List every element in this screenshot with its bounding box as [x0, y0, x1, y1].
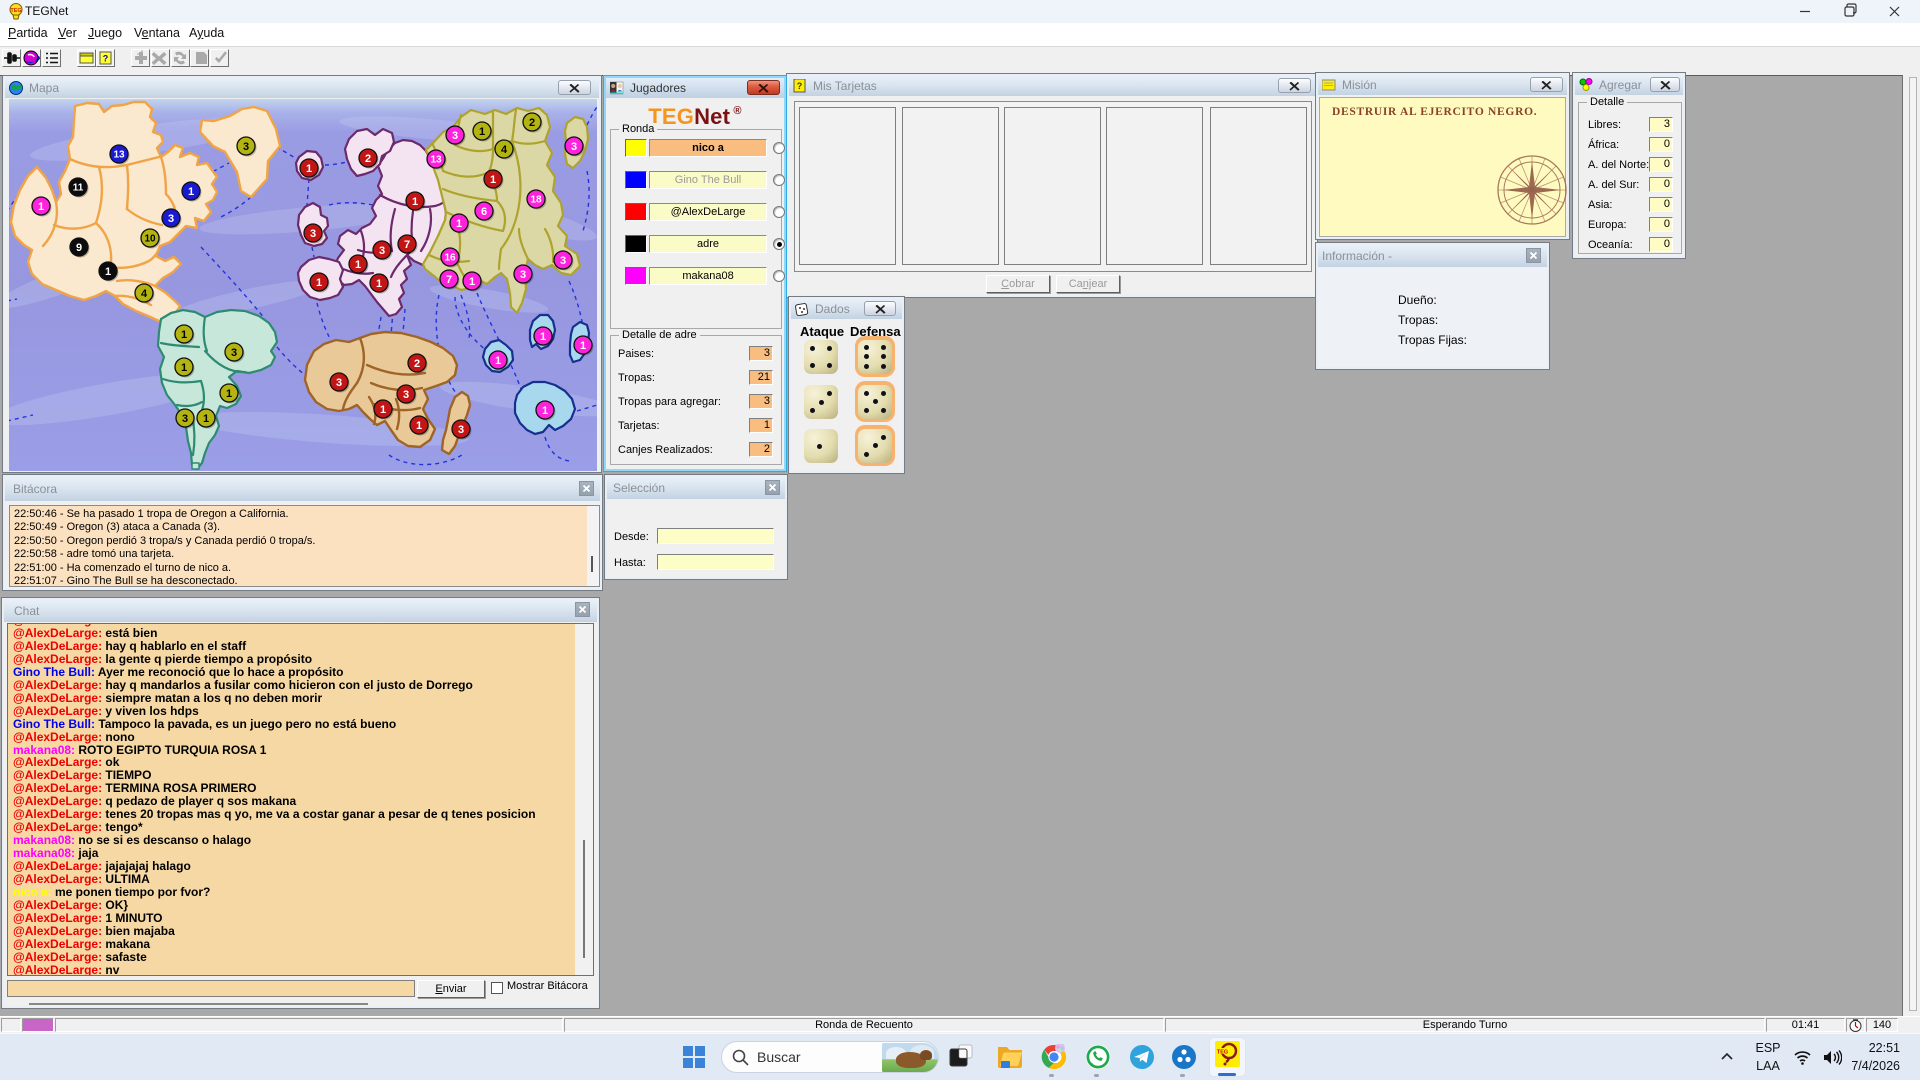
svg-text:1: 1	[226, 388, 232, 400]
svg-text:7: 7	[404, 239, 410, 251]
svg-text:3: 3	[231, 347, 237, 359]
svg-text:1: 1	[456, 218, 462, 230]
svg-text:3: 3	[336, 377, 342, 389]
svg-text:TEG: TEG	[10, 8, 21, 14]
svg-text:2: 2	[365, 153, 371, 165]
svg-text:1: 1	[316, 277, 322, 289]
svg-text:3: 3	[452, 130, 458, 142]
svg-text:10: 10	[144, 234, 156, 245]
svg-text:16: 16	[444, 253, 456, 264]
svg-text:1: 1	[540, 331, 546, 343]
svg-text:1: 1	[412, 196, 418, 208]
svg-text:13: 13	[430, 155, 442, 166]
svg-text:1: 1	[490, 174, 496, 186]
svg-text:4: 4	[141, 288, 148, 300]
svg-text:1: 1	[469, 276, 475, 288]
svg-text:1: 1	[542, 405, 548, 417]
svg-text:9: 9	[76, 242, 82, 254]
svg-text:2: 2	[529, 117, 535, 129]
svg-text:1: 1	[38, 201, 44, 213]
svg-text:18: 18	[530, 195, 542, 206]
svg-text:TEG: TEG	[1217, 1050, 1228, 1056]
svg-text:1: 1	[105, 266, 111, 278]
svg-text:2: 2	[414, 358, 420, 370]
svg-text:3: 3	[560, 255, 566, 267]
svg-text:3: 3	[571, 141, 577, 153]
svg-text:1: 1	[479, 126, 485, 138]
svg-text:3: 3	[379, 245, 385, 257]
svg-text:3: 3	[458, 424, 464, 436]
svg-text:1: 1	[203, 413, 209, 425]
svg-text:3: 3	[168, 213, 174, 225]
svg-text:?: ?	[103, 54, 109, 64]
svg-text:1: 1	[580, 340, 586, 352]
svg-text:1: 1	[181, 329, 187, 341]
svg-text:4: 4	[501, 144, 508, 156]
svg-text:3: 3	[243, 141, 249, 153]
svg-text:3: 3	[310, 228, 316, 240]
svg-text:7: 7	[446, 274, 452, 286]
svg-text:1: 1	[416, 420, 422, 432]
svg-text:1: 1	[355, 259, 361, 271]
svg-text:1: 1	[376, 278, 382, 290]
svg-text:?: ?	[797, 81, 803, 91]
svg-text:6: 6	[481, 206, 487, 218]
svg-text:3: 3	[182, 413, 188, 425]
svg-text:3: 3	[520, 269, 526, 281]
svg-text:13: 13	[113, 150, 125, 161]
svg-text:11: 11	[73, 183, 84, 194]
svg-text:3: 3	[403, 389, 409, 401]
svg-text:1: 1	[188, 186, 194, 198]
svg-text:1: 1	[495, 355, 501, 367]
svg-text:1: 1	[306, 163, 312, 175]
svg-text:1: 1	[380, 404, 386, 416]
svg-text:1: 1	[181, 362, 187, 374]
